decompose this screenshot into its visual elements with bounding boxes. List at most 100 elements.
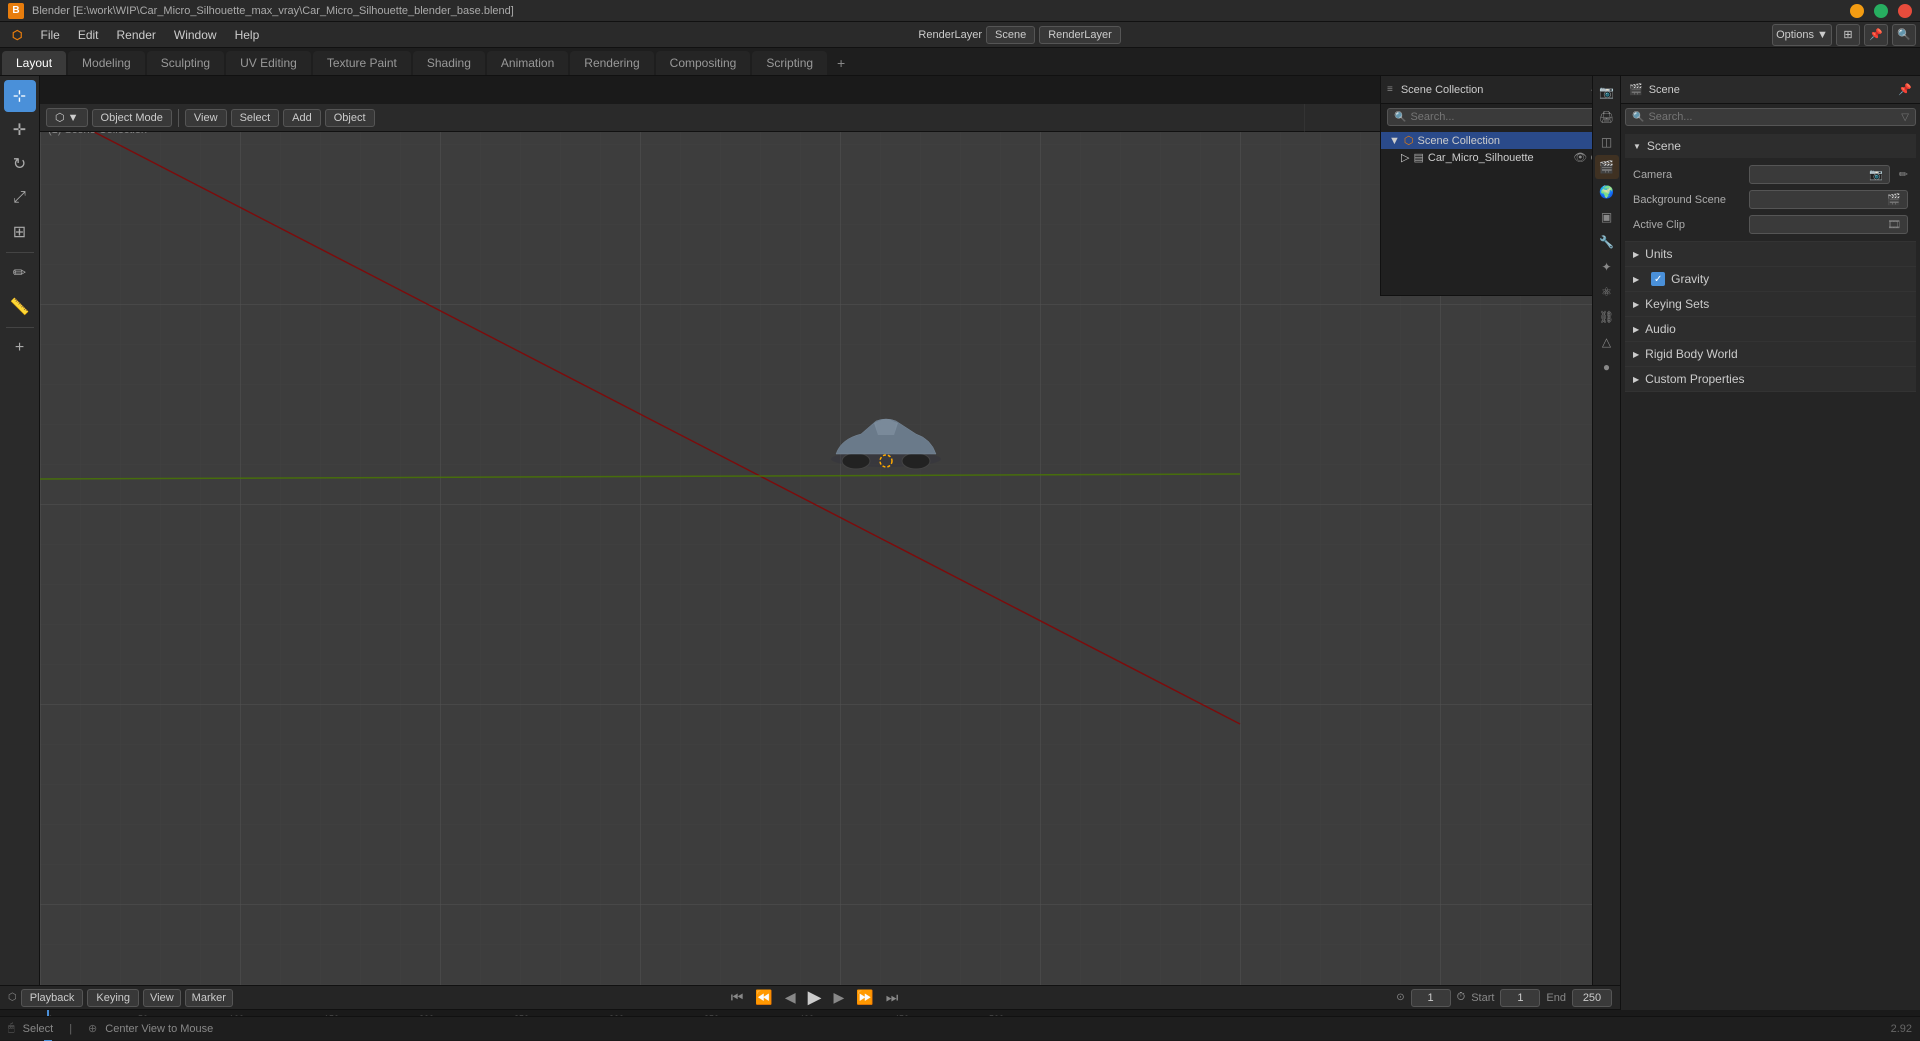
tab-modeling[interactable]: Modeling [68, 51, 145, 75]
props-icon-modifier[interactable]: 🔧 [1595, 230, 1619, 254]
next-keyframe[interactable]: ⏩ [853, 989, 876, 1006]
scene-selector[interactable]: Scene [986, 26, 1035, 44]
view-menu[interactable]: View [185, 109, 227, 127]
props-icon-view-layer[interactable]: ◫ [1595, 130, 1619, 154]
car-item-expand[interactable]: ▷ [1401, 151, 1409, 164]
outliner-search-icon: 🔍 [1394, 112, 1406, 123]
close-button[interactable] [1898, 4, 1912, 18]
tab-compositing[interactable]: Compositing [656, 51, 751, 75]
props-icon-particles[interactable]: ✦ [1595, 255, 1619, 279]
props-search-input[interactable] [1648, 111, 1897, 123]
object-menu[interactable]: Object [325, 109, 375, 127]
start-label: Start [1471, 992, 1494, 1004]
options-button[interactable]: Options ▼ [1772, 24, 1832, 46]
props-icon-output[interactable]: 🖨 [1595, 105, 1619, 129]
props-icon-constraints[interactable]: ⛓ [1595, 305, 1619, 329]
pin-btn[interactable]: 📌 [1864, 24, 1888, 46]
section-rigid-body-world-triangle: ▶ [1633, 350, 1639, 359]
camera-edit-btn[interactable]: ✏ [1899, 168, 1908, 181]
outliner-search-input[interactable] [1410, 111, 1607, 123]
menu-window[interactable]: Window [166, 26, 225, 44]
props-icon-render[interactable]: 📷 [1595, 80, 1619, 104]
outliner-item-scene-collection[interactable]: ▼ ⬡ Scene Collection [1381, 132, 1620, 149]
next-frame[interactable]: ▶ [830, 989, 847, 1006]
bg-icon[interactable]: 🎬 [1887, 193, 1901, 206]
props-icon-scene[interactable]: 🎬 [1595, 155, 1619, 179]
mode-dropdown[interactable]: Object Mode [92, 109, 172, 127]
tool-add[interactable]: + [4, 332, 36, 364]
scene-collection-expand[interactable]: ▼ [1389, 135, 1400, 147]
menu-blender[interactable]: ⬡ [4, 26, 30, 44]
tab-rendering[interactable]: Rendering [570, 51, 653, 75]
menu-render[interactable]: Render [109, 26, 164, 44]
tool-scale[interactable]: ⤢ [4, 182, 36, 214]
view-btn[interactable]: View [143, 989, 181, 1007]
section-keying-sets-header[interactable]: ▶ Keying Sets [1625, 292, 1916, 316]
tool-measure[interactable]: 📏 [4, 291, 36, 323]
section-units-label: Units [1645, 247, 1672, 261]
select-menu[interactable]: Select [231, 109, 280, 127]
add-workspace-button[interactable]: + [829, 51, 853, 75]
gravity-checkbox[interactable]: ✓ [1651, 272, 1665, 286]
section-custom-properties-header[interactable]: ▶ Custom Properties [1625, 367, 1916, 391]
tab-layout[interactable]: Layout [2, 51, 66, 75]
props-icon-object[interactable]: ▣ [1595, 205, 1619, 229]
background-scene-value[interactable]: 🎬 [1749, 190, 1908, 209]
camera-value[interactable]: 📷 [1749, 165, 1890, 184]
section-gravity-header[interactable]: ▶ ✓ Gravity [1625, 267, 1916, 291]
section-rigid-body-world-header[interactable]: ▶ Rigid Body World [1625, 342, 1916, 366]
props-icon-world[interactable]: 🌍 [1595, 180, 1619, 204]
section-keying-sets-triangle: ▶ [1633, 300, 1639, 309]
menu-help[interactable]: Help [227, 26, 268, 44]
tab-sculpting[interactable]: Sculpting [147, 51, 224, 75]
props-icon-material[interactable]: ● [1595, 355, 1619, 379]
marker-btn[interactable]: Marker [185, 989, 233, 1007]
tab-texture-paint[interactable]: Texture Paint [313, 51, 411, 75]
tab-shading[interactable]: Shading [413, 51, 485, 75]
play-button[interactable]: ▶ [805, 987, 825, 1008]
tab-animation[interactable]: Animation [487, 51, 568, 75]
editor-type-dropdown[interactable]: ⬡ ▼ [46, 108, 88, 127]
current-frame-display[interactable]: 1 [1411, 989, 1451, 1007]
tool-move[interactable]: ✛ [4, 114, 36, 146]
tool-annotate[interactable]: ✏ [4, 257, 36, 289]
jump-to-end[interactable]: ⏭ [883, 989, 902, 1006]
props-icon-physics[interactable]: ⚛ [1595, 280, 1619, 304]
menu-file[interactable]: File [32, 26, 67, 44]
active-clip-value[interactable]: 🎞 [1749, 215, 1908, 234]
start-frame-input[interactable]: 1 [1500, 989, 1540, 1007]
jump-to-start[interactable]: ⏮ [728, 989, 747, 1006]
minimize-button[interactable] [1850, 4, 1864, 18]
car-model [826, 399, 946, 479]
playback-dropdown[interactable]: Playback [21, 989, 84, 1007]
tool-cursor[interactable]: ⊹ [4, 80, 36, 112]
section-units-header[interactable]: ▶ Units [1625, 242, 1916, 266]
tab-scripting[interactable]: Scripting [752, 51, 827, 75]
tab-uv-editing[interactable]: UV Editing [226, 51, 311, 75]
end-frame-input[interactable]: 250 [1572, 989, 1612, 1007]
prev-frame[interactable]: ◀ [782, 989, 799, 1006]
outliner-panel: ≡ Scene Collection ⊹ ▽ 🔍 ▼ ⬡ Scene Colle… [1380, 76, 1620, 296]
timeline-type-icon[interactable]: ⬡ [8, 992, 17, 1003]
clip-icon[interactable]: 🎞 [1887, 218, 1901, 231]
props-search-options[interactable]: ▽ [1901, 112, 1909, 123]
section-scene-header[interactable]: ▼ Scene [1625, 134, 1916, 158]
car-visibility-icon[interactable]: 👁 [1573, 151, 1587, 164]
props-icon-data[interactable]: △ [1595, 330, 1619, 354]
add-menu[interactable]: Add [283, 109, 321, 127]
tool-transform[interactable]: ⊞ [4, 216, 36, 248]
section-audio: ▶ Audio [1625, 317, 1916, 342]
camera-icon[interactable]: 📷 [1869, 168, 1883, 181]
menu-edit[interactable]: Edit [70, 26, 107, 44]
maximize-button[interactable] [1874, 4, 1888, 18]
prev-keyframe[interactable]: ⏪ [752, 989, 775, 1006]
section-audio-header[interactable]: ▶ Audio [1625, 317, 1916, 341]
outliner-search-area: 🔍 [1381, 104, 1620, 130]
search-topbar-btn[interactable]: 🔍 [1892, 24, 1916, 46]
renderlayer-selector[interactable]: RenderLayer [1039, 26, 1121, 44]
tool-rotate[interactable]: ↻ [4, 148, 36, 180]
keying-dropdown[interactable]: Keying [87, 989, 139, 1007]
scene-pin-btn[interactable]: 📌 [1898, 83, 1912, 96]
outliner-item-car[interactable]: ▷ ▤ Car_Micro_Silhouette 👁 ⊙ ◎ [1381, 149, 1620, 166]
editor-type-btn[interactable]: ⊞ [1836, 24, 1860, 46]
